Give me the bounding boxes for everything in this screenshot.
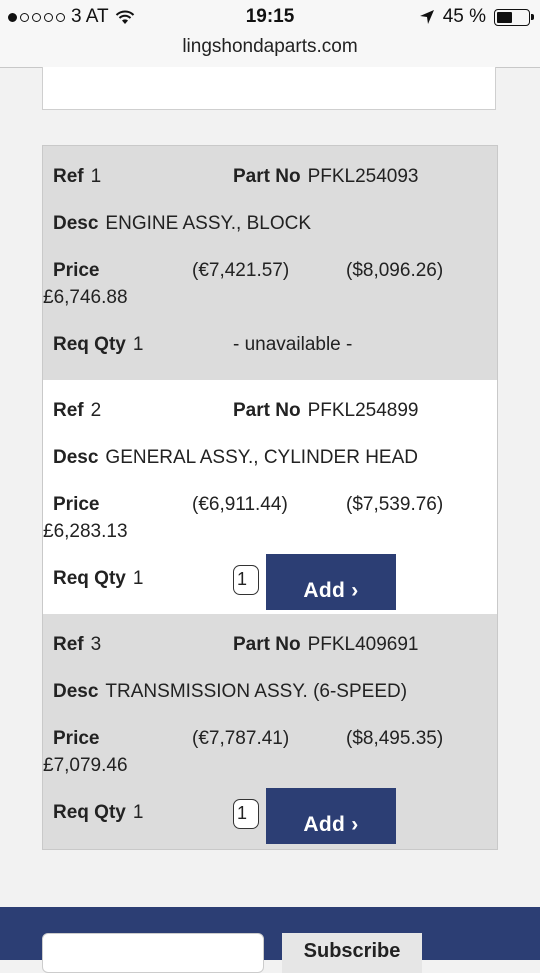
- part-row: Ref 1 Part No PFKL254093 Desc ENGINE ASSY.,…: [43, 146, 497, 380]
- part-row: Ref 3 Part No PFKL409691 Desc TRANSMISSION …: [43, 614, 497, 849]
- part-no-field: Part No PFKL254093: [233, 166, 419, 187]
- desc-value: GENERAL ASSY., CYLINDER HEAD: [105, 447, 418, 468]
- req-qty-field: Req Qty 1: [53, 802, 144, 823]
- ref-field: Ref 1: [53, 166, 102, 187]
- price-usd: ($8,096.26): [346, 260, 444, 281]
- price-label: Price: [53, 728, 100, 749]
- quantity-input[interactable]: 1: [233, 799, 259, 829]
- req-qty-field: Req Qty 1: [53, 334, 144, 355]
- url-bar[interactable]: lingshondaparts.com: [0, 34, 540, 68]
- req-qty-value: 1: [132, 802, 144, 823]
- battery-icon: [494, 8, 534, 26]
- ref-field: Ref 2: [53, 400, 102, 421]
- desc-value: ENGINE ASSY., BLOCK: [105, 213, 311, 234]
- price-gbp: £6,746.88: [43, 287, 128, 308]
- price-eur: (€7,787.41): [192, 728, 290, 749]
- content-box: [42, 67, 496, 110]
- price-eur: (€7,421.57): [192, 260, 290, 281]
- req-qty-value: 1: [132, 568, 144, 589]
- price-eur: (€6,911.44): [192, 494, 288, 515]
- status-bar: 3 AT 19:15 45 %: [0, 0, 540, 34]
- ref-value: 2: [90, 400, 102, 421]
- part-no-field: Part No PFKL409691: [233, 634, 419, 655]
- add-to-cart-button[interactable]: Add ›: [266, 554, 396, 610]
- battery-percentage: 45 %: [442, 6, 486, 27]
- quantity-input[interactable]: 1: [233, 565, 259, 595]
- part-row: Ref 2 Part No PFKL254899 Desc GENERAL ASSY.…: [43, 380, 497, 614]
- desc-field: Desc ENGINE ASSY., BLOCK: [53, 213, 311, 234]
- footer: Subscribe: [0, 907, 540, 973]
- price-gbp: £6,283.13: [43, 521, 128, 542]
- part-no-field: Part No PFKL254899: [233, 400, 419, 421]
- part-no-value: PFKL254093: [307, 166, 419, 187]
- parts-list: Ref 1 Part No PFKL254093 Desc ENGINE ASSY.,…: [42, 145, 498, 850]
- part-no-value: PFKL254899: [307, 400, 419, 421]
- price-label: Price: [53, 494, 100, 515]
- location-arrow-icon: [419, 10, 434, 24]
- req-qty-value: 1: [132, 334, 144, 355]
- ref-value: 3: [90, 634, 102, 655]
- add-to-cart-button[interactable]: Add ›: [266, 788, 396, 844]
- desc-field: Desc GENERAL ASSY., CYLINDER HEAD: [53, 447, 418, 468]
- part-no-value: PFKL409691: [307, 634, 419, 655]
- req-qty-field: Req Qty 1: [53, 568, 144, 589]
- price-usd: ($7,539.76): [346, 494, 444, 515]
- desc-field: Desc TRANSMISSION ASSY. (6-SPEED): [53, 681, 408, 702]
- email-field[interactable]: [42, 933, 264, 973]
- subscribe-button[interactable]: Subscribe: [282, 933, 422, 973]
- price-label: Price: [53, 260, 100, 281]
- status-right: 45 %: [419, 6, 534, 28]
- ref-field: Ref 3: [53, 634, 102, 655]
- price-usd: ($8,495.35): [346, 728, 444, 749]
- ref-value: 1: [90, 166, 102, 187]
- availability-status: - unavailable -: [233, 334, 353, 355]
- price-gbp: £7,079.46: [43, 755, 128, 776]
- desc-value: TRANSMISSION ASSY. (6-SPEED): [105, 681, 408, 702]
- url-text: lingshondaparts.com: [182, 36, 358, 57]
